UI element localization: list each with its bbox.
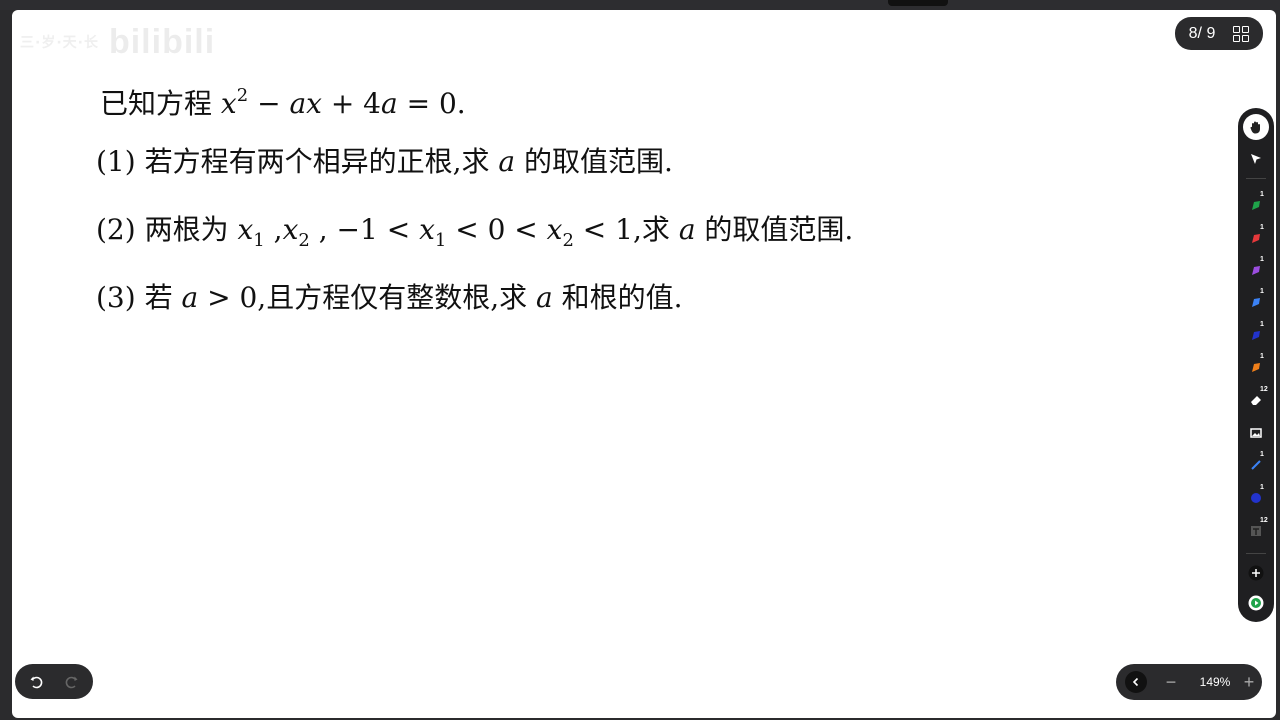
line-icon — [1251, 460, 1261, 470]
pen-red[interactable]: 1 — [1238, 224, 1274, 251]
chevron-left-icon — [1132, 677, 1139, 687]
watermark-text: 三·岁·天·长 — [20, 35, 99, 51]
undo-button[interactable] — [17, 664, 55, 699]
pen-icon — [1252, 298, 1260, 307]
pen-green[interactable]: 1 — [1238, 191, 1274, 218]
top-strip — [0, 0, 1280, 10]
zoom-controls: − 149% + — [1116, 664, 1262, 700]
hand-tool[interactable] — [1238, 114, 1274, 140]
watermark-logo: bilibili — [108, 22, 216, 61]
circle-icon — [1251, 493, 1261, 503]
redo-button[interactable] — [53, 664, 91, 699]
question-3: (3) 若 a > 0,且方程仅有整数根,求 a 和根的值. — [96, 281, 683, 314]
pen-icon — [1252, 363, 1260, 372]
pen-icon — [1252, 266, 1260, 275]
undo-icon — [30, 676, 43, 688]
pen-blue[interactable]: 1 — [1238, 288, 1274, 315]
pen-purple[interactable]: 1 — [1238, 256, 1274, 283]
add-button[interactable] — [1238, 560, 1274, 586]
pen-icon — [1252, 234, 1260, 243]
text-tool[interactable]: 12 — [1238, 517, 1274, 544]
zoom-level: 149% — [1199, 675, 1231, 689]
image-tool[interactable] — [1238, 420, 1274, 446]
line-tool[interactable]: 1 — [1238, 451, 1274, 478]
question-2: (2) 两根为 x1 ,x2 , −1 < x1 < 0 < x2 < 1,求 … — [96, 213, 854, 251]
record-button[interactable] — [1238, 590, 1274, 616]
page-indicator[interactable]: 8/ 9 — [1175, 17, 1263, 50]
pen-icon — [1252, 201, 1260, 210]
circle-tool[interactable]: 1 — [1238, 484, 1274, 511]
plus-icon — [1248, 565, 1264, 581]
toolbar-divider — [1246, 553, 1266, 554]
question-1: (1) 若方程有两个相异的正根,求 a 的取值范围. — [96, 145, 673, 178]
undo-redo-controls — [15, 664, 93, 699]
grid-view-icon[interactable] — [1233, 25, 1250, 42]
play-record-icon — [1248, 595, 1264, 611]
problem-statement: 已知方程 x2 − ax + 4a = 0. — [100, 85, 466, 121]
hand-icon — [1243, 114, 1269, 140]
text-box-icon — [1251, 526, 1261, 536]
page-number: 8/ 9 — [1188, 24, 1216, 42]
pen-orange[interactable]: 1 — [1238, 353, 1274, 380]
redo-icon — [65, 676, 78, 688]
collapse-button[interactable] — [1125, 671, 1147, 693]
eraser-tool[interactable]: 12 — [1238, 386, 1274, 413]
cursor-arrow-icon — [1251, 154, 1261, 164]
bilibili-watermark: 三·岁·天·长 bilibili — [20, 22, 215, 62]
drawing-toolbar: 1 1 1 1 1 1 12 1 1 12 — [1238, 108, 1274, 622]
image-icon — [1250, 428, 1262, 438]
zoom-out-button[interactable]: − — [1164, 664, 1178, 700]
select-tool[interactable] — [1238, 146, 1274, 172]
eraser-icon — [1251, 396, 1261, 405]
zoom-in-button[interactable]: + — [1242, 664, 1256, 700]
pen-navy[interactable]: 1 — [1238, 321, 1274, 348]
camera-notch — [888, 0, 948, 6]
pen-icon — [1252, 331, 1260, 340]
toolbar-divider — [1246, 178, 1266, 179]
